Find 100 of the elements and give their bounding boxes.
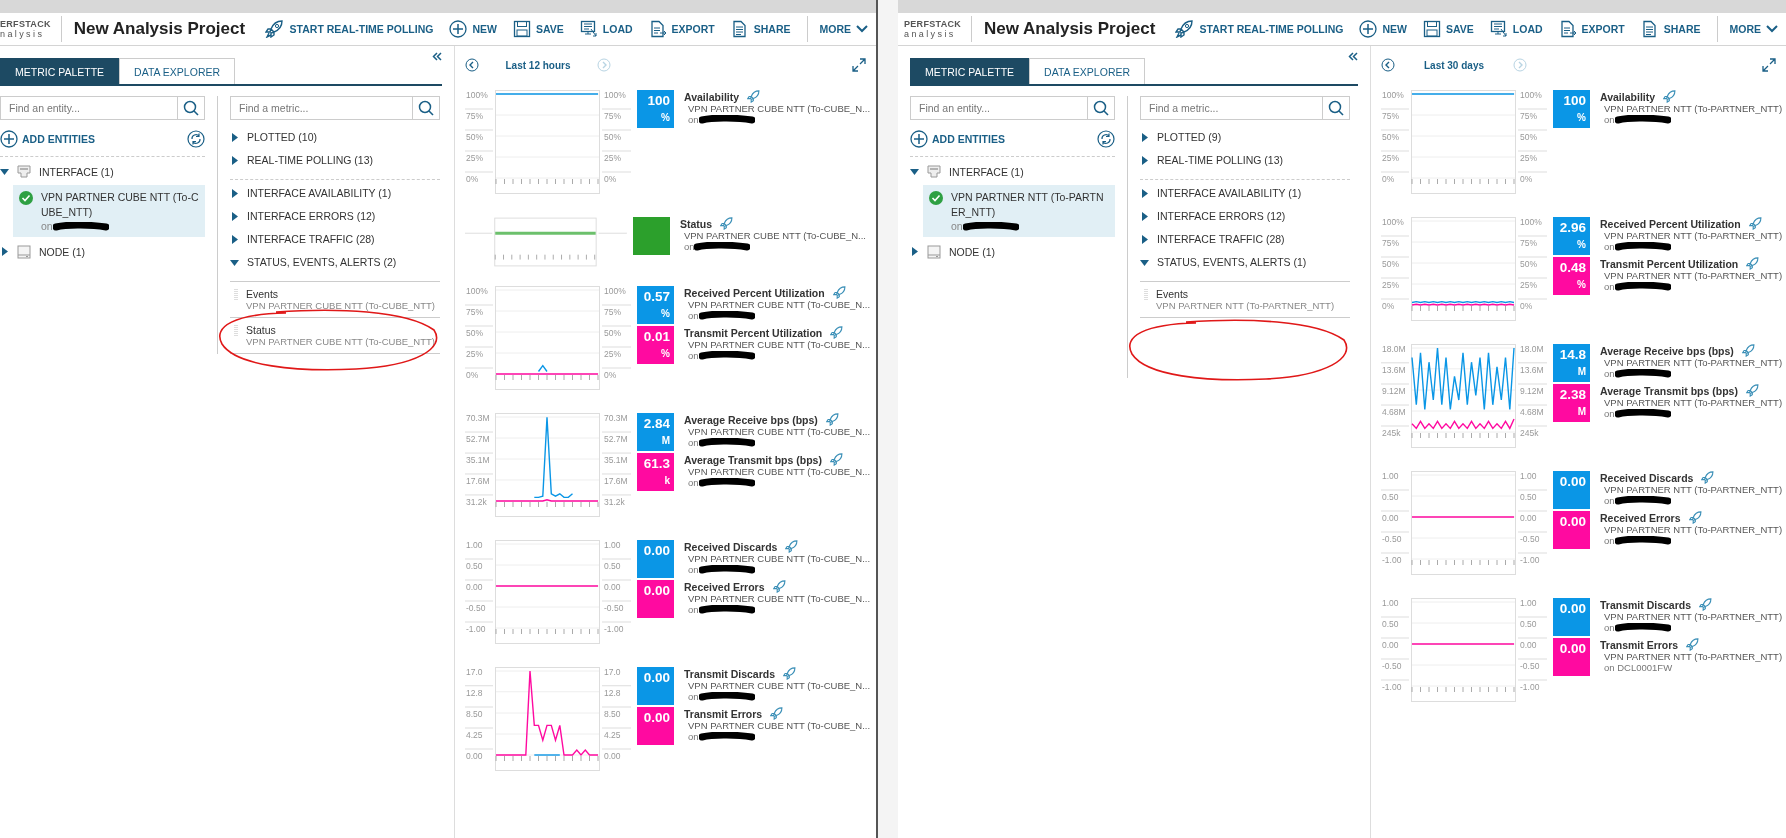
search-button[interactable] xyxy=(413,96,440,120)
toolbar-button[interactable]: EXPORT xyxy=(1558,20,1625,38)
tab[interactable]: METRIC PALETTE xyxy=(0,58,120,84)
refresh-icon[interactable] xyxy=(1097,130,1115,148)
metric-item[interactable]: Events xyxy=(246,288,435,300)
expand-icon[interactable] xyxy=(1762,58,1776,72)
rocket-icon[interactable] xyxy=(825,413,840,426)
caret-down-icon[interactable] xyxy=(0,167,9,176)
toolbar-button[interactable]: SHARE xyxy=(730,20,791,38)
caret-right-icon[interactable] xyxy=(1140,211,1149,221)
rocket-icon[interactable] xyxy=(1745,384,1760,397)
toolbar-button[interactable]: LOAD xyxy=(579,20,633,38)
tab[interactable]: DATA EXPLORER xyxy=(1029,58,1146,84)
time-range[interactable]: Last 30 days xyxy=(1395,59,1513,71)
caret-down-icon[interactable] xyxy=(910,167,919,176)
tree-item[interactable]: INTERFACE (1) xyxy=(949,166,1024,178)
metric-group[interactable]: STATUS, EVENTS, ALERTS (2) xyxy=(230,251,397,273)
entity-search-field[interactable]: Find an entity... xyxy=(0,96,178,120)
toolbar-button[interactable]: LOAD xyxy=(1489,20,1543,38)
toolbar-button[interactable]: EXPORT xyxy=(648,20,715,38)
rocket-icon[interactable] xyxy=(1699,598,1714,611)
metric-group[interactable]: PLOTTED (10) xyxy=(230,126,317,148)
entity-item[interactable]: VPN PARTNER NTT (To-PARTNER_NTT) on xyxy=(923,185,1115,237)
collapse-icon[interactable] xyxy=(432,52,442,61)
metric-group[interactable]: INTERFACE ERRORS (12) xyxy=(1140,205,1286,227)
caret-right-icon[interactable] xyxy=(1140,188,1149,198)
caret-right-icon[interactable] xyxy=(0,247,9,256)
metric-group[interactable]: INTERFACE TRAFFIC (28) xyxy=(1140,228,1285,250)
drag-handle-icon[interactable] xyxy=(234,288,238,302)
entity-search-field[interactable]: Find an entity... xyxy=(910,96,1088,120)
toolbar-button[interactable]: NEW xyxy=(449,20,497,38)
previous-icon[interactable] xyxy=(465,58,479,72)
metric-group[interactable]: REAL-TIME POLLING (13) xyxy=(230,149,374,171)
metric-group[interactable]: REAL-TIME POLLING (13) xyxy=(1140,149,1284,171)
rocket-icon[interactable] xyxy=(830,326,845,339)
node-label: on xyxy=(688,310,699,321)
tree-item[interactable]: NODE (1) xyxy=(39,246,86,258)
caret-right-icon[interactable] xyxy=(1140,234,1149,244)
caret-right-icon[interactable] xyxy=(1140,155,1149,165)
metric-group[interactable]: PLOTTED (9) xyxy=(1140,126,1222,148)
metric-search-field[interactable]: Find a metric... xyxy=(1140,96,1323,120)
metric-item[interactable]: Events xyxy=(1156,288,1335,300)
add-entities-button[interactable]: ADD ENTITIES xyxy=(0,130,95,148)
drag-handle-icon[interactable] xyxy=(234,324,238,338)
drag-handle-icon[interactable] xyxy=(1144,288,1148,302)
caret-right-icon[interactable] xyxy=(230,132,239,142)
metric-item[interactable]: Status xyxy=(246,324,435,336)
metric-group[interactable]: INTERFACE AVAILABILITY (1) xyxy=(1140,182,1302,204)
time-range[interactable]: Last 12 hours xyxy=(479,59,597,71)
rocket-icon[interactable] xyxy=(719,217,734,230)
toolbar-button[interactable]: START REAL-TIME POLLING xyxy=(264,20,434,38)
caret-right-icon[interactable] xyxy=(910,247,919,256)
caret-right-icon[interactable] xyxy=(230,188,239,198)
metric-group[interactable]: INTERFACE ERRORS (12) xyxy=(230,205,376,227)
rocket-icon[interactable] xyxy=(1746,257,1761,270)
tree-item[interactable]: INTERFACE (1) xyxy=(39,166,114,178)
toolbar-button[interactable]: NEW xyxy=(1359,20,1407,38)
rocket-icon[interactable] xyxy=(783,667,798,680)
rocket-icon[interactable] xyxy=(832,286,847,299)
rocket-icon[interactable] xyxy=(785,540,800,553)
metric-search-field[interactable]: Find a metric... xyxy=(230,96,413,120)
rocket-icon[interactable] xyxy=(1686,638,1701,651)
caret-right-icon[interactable] xyxy=(230,211,239,221)
metric-group[interactable]: INTERFACE TRAFFIC (28) xyxy=(230,228,375,250)
search-button[interactable] xyxy=(1323,96,1350,120)
toolbar-button[interactable]: SAVE xyxy=(512,20,564,38)
tab[interactable]: DATA EXPLORER xyxy=(119,58,236,84)
caret-down-icon[interactable] xyxy=(230,257,239,267)
search-button[interactable] xyxy=(178,96,205,120)
axis-label: 100% xyxy=(1520,217,1542,227)
rocket-icon[interactable] xyxy=(747,90,762,103)
rocket-icon[interactable] xyxy=(770,707,785,720)
tab[interactable]: METRIC PALETTE xyxy=(910,58,1030,84)
add-entities-button[interactable]: ADD ENTITIES xyxy=(910,130,1005,148)
caret-right-icon[interactable] xyxy=(230,234,239,244)
more-menu[interactable]: MORE xyxy=(806,16,868,42)
previous-icon[interactable] xyxy=(1381,58,1395,72)
metric-group[interactable]: STATUS, EVENTS, ALERTS (1) xyxy=(1140,251,1307,273)
toolbar-button[interactable]: SHARE xyxy=(1640,20,1701,38)
rocket-icon[interactable] xyxy=(1741,344,1756,357)
entity-item[interactable]: VPN PARTNER CUBE NTT (To-CUBE_NTT) on xyxy=(13,185,205,237)
rocket-icon[interactable] xyxy=(772,580,787,593)
rocket-icon[interactable] xyxy=(1688,511,1703,524)
axis-label: 25% xyxy=(466,349,483,359)
rocket-icon[interactable] xyxy=(829,453,844,466)
caret-right-icon[interactable] xyxy=(1140,132,1149,142)
caret-down-icon[interactable] xyxy=(1140,257,1149,267)
tree-item[interactable]: NODE (1) xyxy=(949,246,996,258)
rocket-icon[interactable] xyxy=(1748,217,1763,230)
toolbar-button[interactable]: START REAL-TIME POLLING xyxy=(1174,20,1344,38)
refresh-icon[interactable] xyxy=(187,130,205,148)
more-menu[interactable]: MORE xyxy=(1716,16,1778,42)
rocket-icon[interactable] xyxy=(1663,90,1678,103)
search-button[interactable] xyxy=(1088,96,1115,120)
rocket-icon[interactable] xyxy=(1701,471,1716,484)
metric-group[interactable]: INTERFACE AVAILABILITY (1) xyxy=(230,182,392,204)
toolbar-button[interactable]: SAVE xyxy=(1422,20,1474,38)
caret-right-icon[interactable] xyxy=(230,155,239,165)
expand-icon[interactable] xyxy=(852,58,866,72)
collapse-icon[interactable] xyxy=(1348,52,1358,61)
